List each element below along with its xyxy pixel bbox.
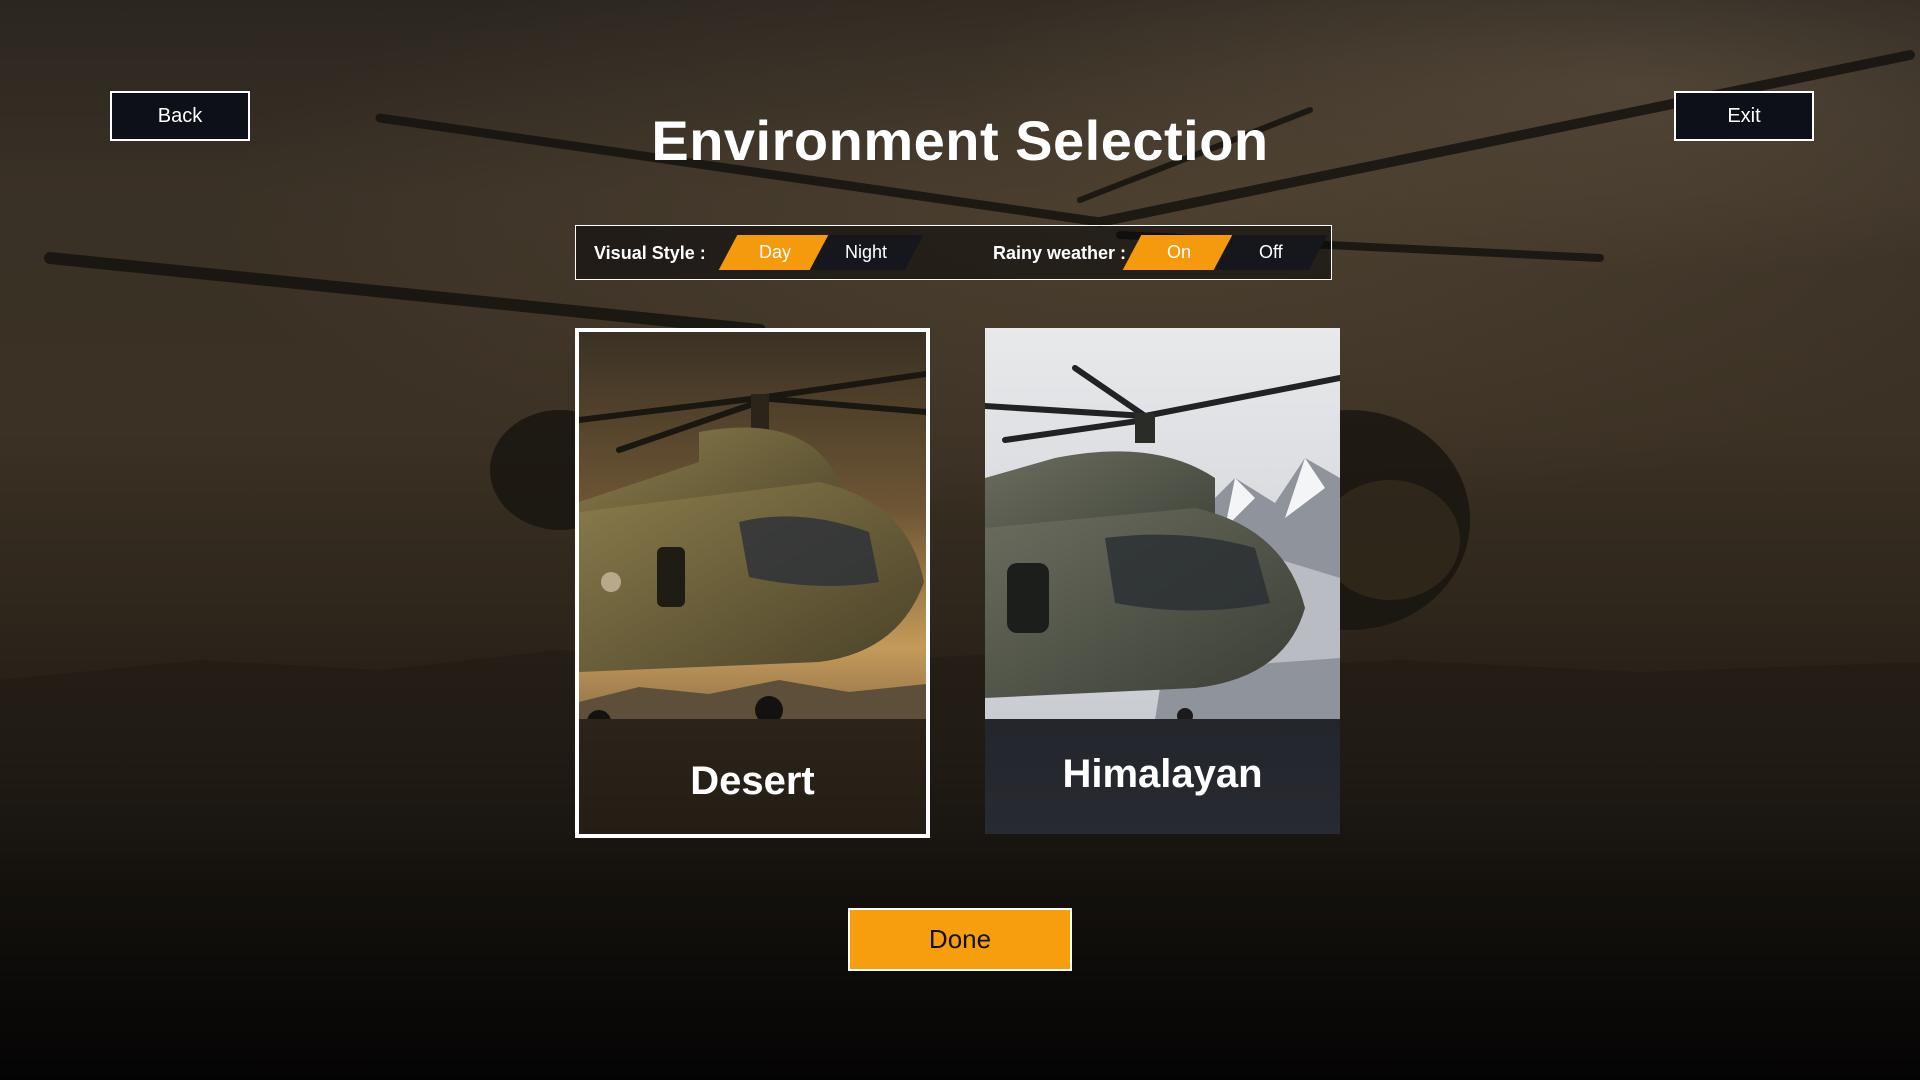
environment-selection-screen: Back Exit Environment Selection Visual S… bbox=[0, 0, 1920, 1080]
done-button-label: Done bbox=[928, 924, 992, 954]
rainy-weather-off-option[interactable]: Off bbox=[1213, 235, 1328, 270]
himalayan-card-name: Himalayan bbox=[1062, 752, 1263, 796]
done-button[interactable]: Done bbox=[848, 908, 1072, 971]
settings-bar: Visual Style : Day Night Rainy weather :… bbox=[575, 225, 1332, 280]
environment-card-desert[interactable]: Desert bbox=[575, 328, 930, 838]
desert-helicopter-image bbox=[579, 332, 926, 727]
himalayan-card-label-area: Himalayan bbox=[985, 719, 1340, 834]
desert-card-label-area: Desert bbox=[579, 719, 926, 834]
himalayan-helicopter-image bbox=[985, 328, 1340, 720]
page-title: Environment Selection bbox=[651, 109, 1269, 172]
visual-style-night-option[interactable]: Night bbox=[809, 235, 924, 270]
environment-card-himalayan[interactable]: Himalayan bbox=[985, 328, 1340, 834]
desert-card-name: Desert bbox=[690, 759, 815, 803]
visual-style-label: Visual Style : bbox=[594, 243, 706, 263]
rainy-weather-label: Rainy weather : bbox=[993, 243, 1127, 263]
